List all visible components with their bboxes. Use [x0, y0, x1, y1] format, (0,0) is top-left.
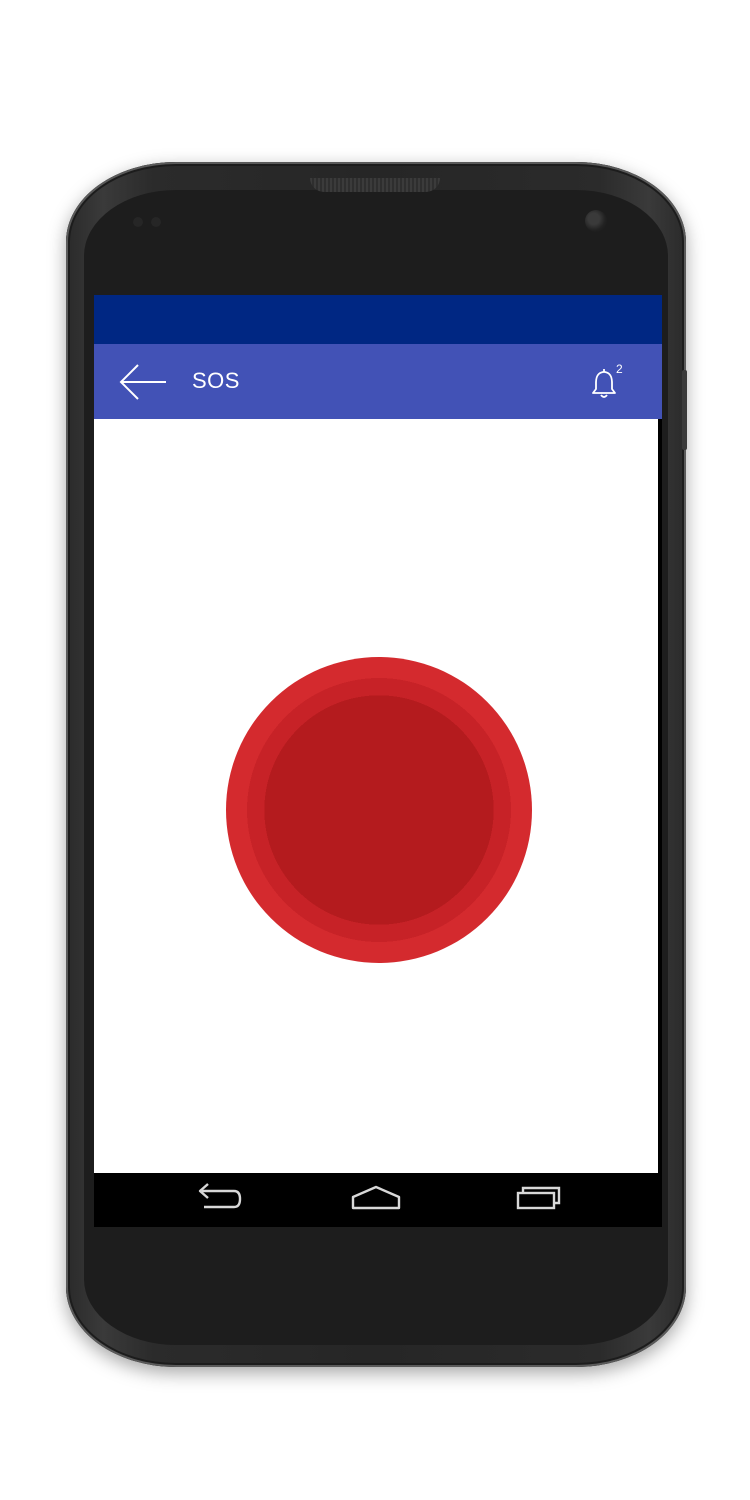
back-button[interactable] — [118, 360, 168, 404]
sos-alert-button[interactable] — [226, 657, 532, 963]
front-camera — [585, 210, 607, 232]
recents-nav-icon — [516, 1186, 561, 1210]
main-content — [94, 419, 658, 1173]
nav-back-button[interactable] — [188, 1179, 248, 1219]
notification-count-badge: 2 — [616, 362, 623, 376]
nav-recents-button[interactable] — [506, 1179, 566, 1219]
earpiece-speaker — [310, 178, 440, 192]
device-mockup: SOS 2 — [0, 0, 750, 1500]
page-title: SOS — [192, 368, 240, 393]
home-nav-icon — [351, 1185, 401, 1210]
light-sensor — [151, 217, 161, 227]
phone-screen: SOS 2 — [94, 295, 662, 1227]
navigation-bar — [98, 1173, 654, 1225]
nav-home-button[interactable] — [346, 1179, 406, 1219]
power-button — [682, 370, 687, 450]
arrow-left-icon — [119, 364, 166, 400]
back-nav-icon — [198, 1183, 242, 1209]
app-bar: SOS 2 — [94, 344, 662, 419]
status-bar — [94, 295, 662, 344]
notifications-button[interactable]: 2 — [590, 362, 630, 404]
proximity-sensor — [133, 217, 143, 227]
